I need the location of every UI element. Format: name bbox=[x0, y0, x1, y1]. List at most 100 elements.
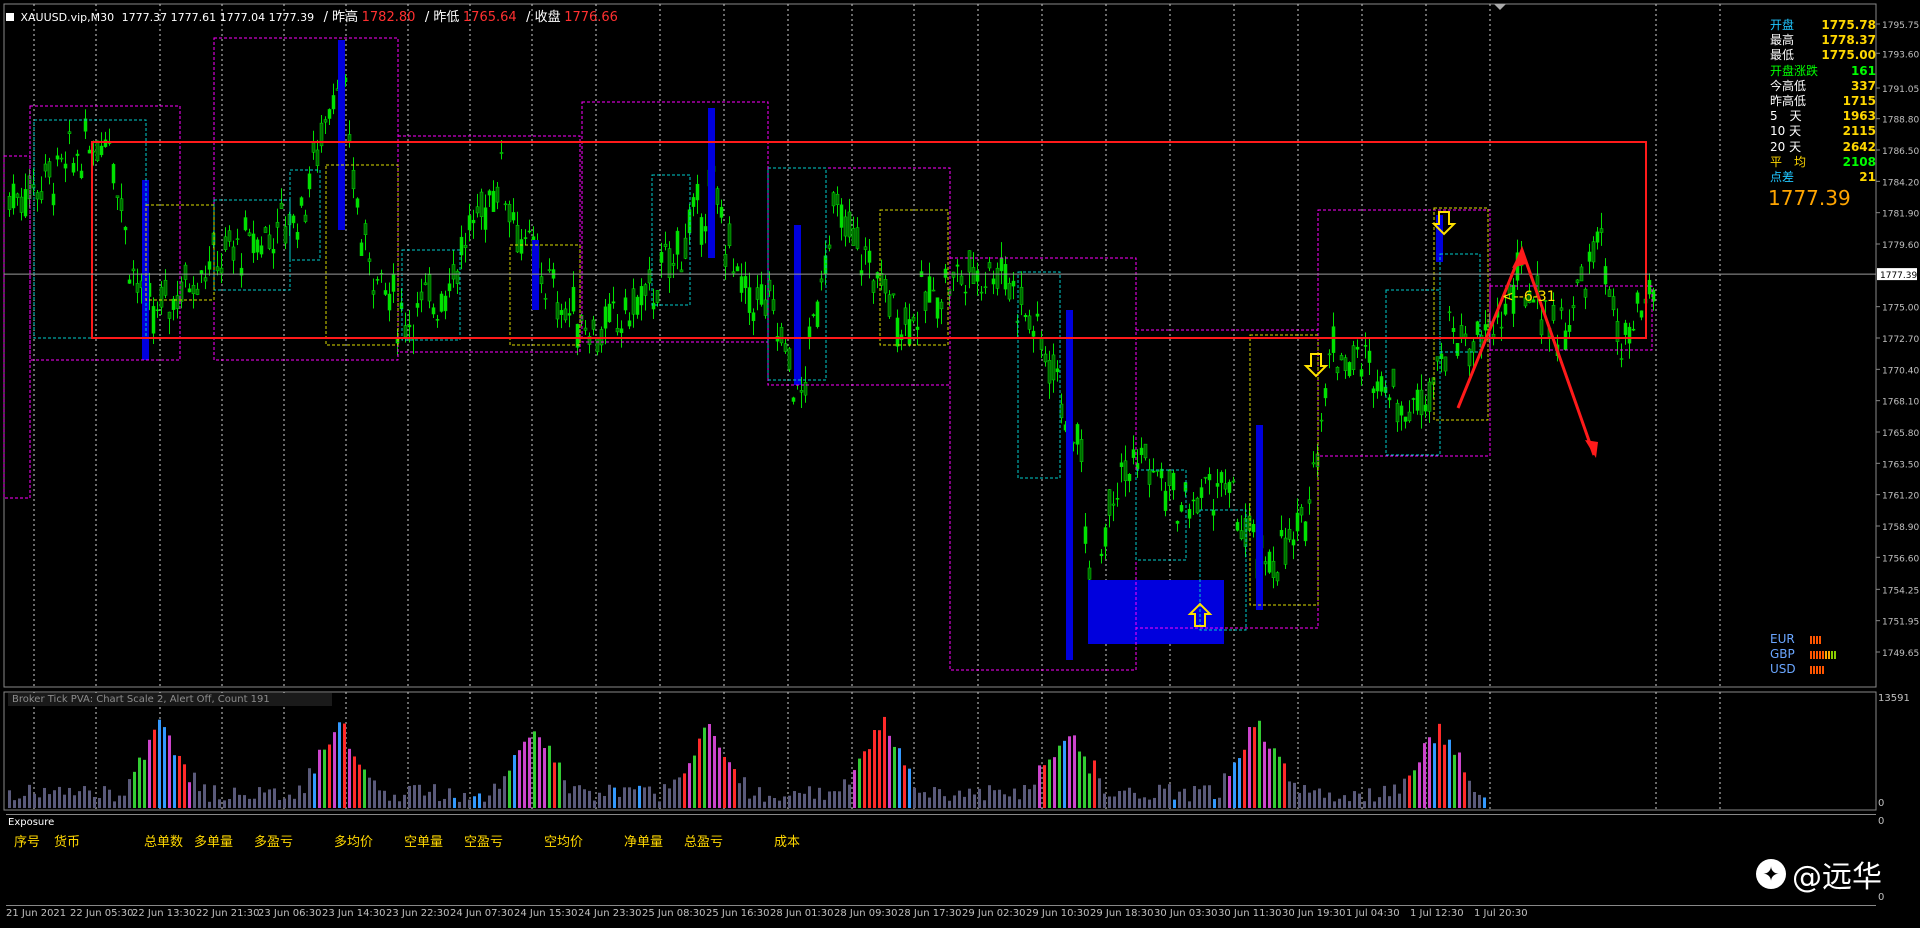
candle-body bbox=[759, 284, 764, 305]
volume-bar bbox=[1433, 743, 1436, 808]
candle-body bbox=[1227, 481, 1232, 493]
volume-bar bbox=[183, 764, 186, 808]
candle-body bbox=[215, 266, 220, 272]
currency-name: USD bbox=[1770, 662, 1796, 676]
candle-body bbox=[1571, 305, 1576, 309]
candle-body bbox=[519, 239, 524, 254]
info-value: 2115 bbox=[1842, 124, 1876, 139]
candle-body bbox=[1283, 537, 1288, 565]
candle-body bbox=[1011, 280, 1016, 287]
candle-body bbox=[515, 225, 520, 253]
volume-bar bbox=[923, 792, 926, 808]
volume-bar bbox=[1388, 796, 1391, 808]
candle-body bbox=[1427, 381, 1432, 412]
time-axis-label: 22 Jun 21:30 bbox=[196, 908, 260, 919]
candle-body bbox=[991, 278, 996, 285]
time-axis-label: 22 Jun 13:30 bbox=[132, 908, 196, 919]
volume-bar bbox=[623, 787, 626, 808]
volume-bar bbox=[1478, 794, 1481, 808]
symbol-label: XAUUSD.vip,M30 bbox=[20, 11, 115, 24]
volume-bar bbox=[158, 719, 161, 808]
volume-scale-top: 13591 bbox=[1878, 693, 1910, 704]
exposure-column-header: 多盈亏 bbox=[254, 835, 294, 850]
candle-body bbox=[935, 297, 940, 319]
candle-body bbox=[495, 186, 500, 203]
candle-body bbox=[595, 337, 600, 353]
current-price-tag: 1777.39 bbox=[1880, 271, 1917, 281]
candle-body bbox=[803, 382, 808, 396]
price-axis-label: 1763.50 bbox=[1882, 460, 1919, 470]
volume-bar bbox=[573, 786, 576, 808]
candle-body bbox=[127, 279, 132, 284]
candle-body bbox=[367, 258, 372, 262]
volume-bar bbox=[1438, 723, 1441, 808]
candle-body bbox=[1415, 389, 1420, 411]
price-chart[interactable]: 1795.75 1793.60 1791.05 1788.80 1786.50 1784.… bbox=[0, 0, 1920, 690]
candle-body bbox=[283, 226, 288, 244]
volume-bar bbox=[1248, 727, 1251, 808]
candle-body bbox=[1471, 341, 1476, 353]
candle-body bbox=[671, 263, 676, 266]
volume-bar bbox=[173, 755, 176, 808]
info-value: 1715 bbox=[1842, 94, 1876, 108]
volume-bar bbox=[1018, 799, 1021, 808]
exposure-column-header: 序号 bbox=[14, 835, 41, 850]
volume-bar bbox=[568, 793, 571, 808]
volume-bar bbox=[113, 801, 116, 808]
candle-body bbox=[259, 245, 264, 255]
exposure-title: Exposure bbox=[8, 817, 55, 828]
candle-body bbox=[907, 319, 912, 345]
volume-bar bbox=[1163, 788, 1166, 808]
candle-body bbox=[903, 307, 908, 325]
volume-bar bbox=[808, 786, 811, 808]
volume-bar bbox=[53, 790, 56, 808]
volume-bar bbox=[1173, 799, 1176, 808]
exposure-column-header: 总盈亏 bbox=[684, 835, 724, 850]
volume-bar bbox=[783, 796, 786, 808]
volume-bar bbox=[58, 786, 61, 808]
volume-bar bbox=[318, 749, 321, 808]
candle-body bbox=[1395, 402, 1400, 423]
volume-bar bbox=[628, 787, 631, 808]
volume-bar bbox=[1263, 741, 1266, 808]
volume-bar bbox=[348, 748, 351, 808]
candle-body bbox=[1223, 483, 1228, 490]
candle-body bbox=[979, 291, 984, 294]
candle-body bbox=[763, 299, 768, 316]
currency-name: EUR bbox=[1770, 632, 1795, 646]
candle-body bbox=[1647, 279, 1652, 295]
volume-bar bbox=[773, 797, 776, 808]
candle-body bbox=[791, 397, 796, 402]
candle-body bbox=[95, 140, 100, 162]
price-axis-label: 1781.90 bbox=[1882, 210, 1919, 220]
ohlc-label: 1777.37 1777.61 1777.04 1777.39 bbox=[121, 11, 315, 24]
volume-bar bbox=[743, 777, 746, 808]
candle-body bbox=[123, 226, 128, 231]
candle-body bbox=[787, 348, 792, 370]
price-axis-label: 1788.80 bbox=[1882, 116, 1919, 126]
strength-bar bbox=[1816, 650, 1818, 659]
volume-bar bbox=[1338, 798, 1341, 808]
candle-body bbox=[1567, 325, 1572, 332]
candle-body bbox=[483, 207, 488, 230]
info-row: 点差 21 bbox=[1770, 168, 1876, 185]
candle-body bbox=[1399, 405, 1404, 416]
info-value: 1963 bbox=[1842, 109, 1876, 124]
volume-bar bbox=[323, 749, 326, 808]
candle-body bbox=[639, 286, 644, 306]
strength-bar bbox=[1810, 635, 1812, 644]
volume-bar bbox=[683, 773, 686, 808]
volume-bar bbox=[1168, 784, 1171, 808]
volume-bar bbox=[1298, 792, 1301, 808]
candle-body bbox=[743, 276, 748, 289]
candle-body bbox=[51, 193, 56, 206]
time-axis-label: 30 Jun 19:30 bbox=[1282, 908, 1346, 919]
candle-body bbox=[1343, 357, 1348, 371]
info-label: 点差 bbox=[1770, 170, 1795, 184]
volume-bar bbox=[1368, 788, 1371, 808]
candle-body bbox=[11, 183, 16, 209]
prev-high-value: 1782.80 bbox=[361, 10, 416, 25]
candle-body bbox=[1375, 381, 1380, 392]
volume-chart[interactable] bbox=[0, 690, 1920, 813]
candle-body bbox=[863, 246, 868, 250]
